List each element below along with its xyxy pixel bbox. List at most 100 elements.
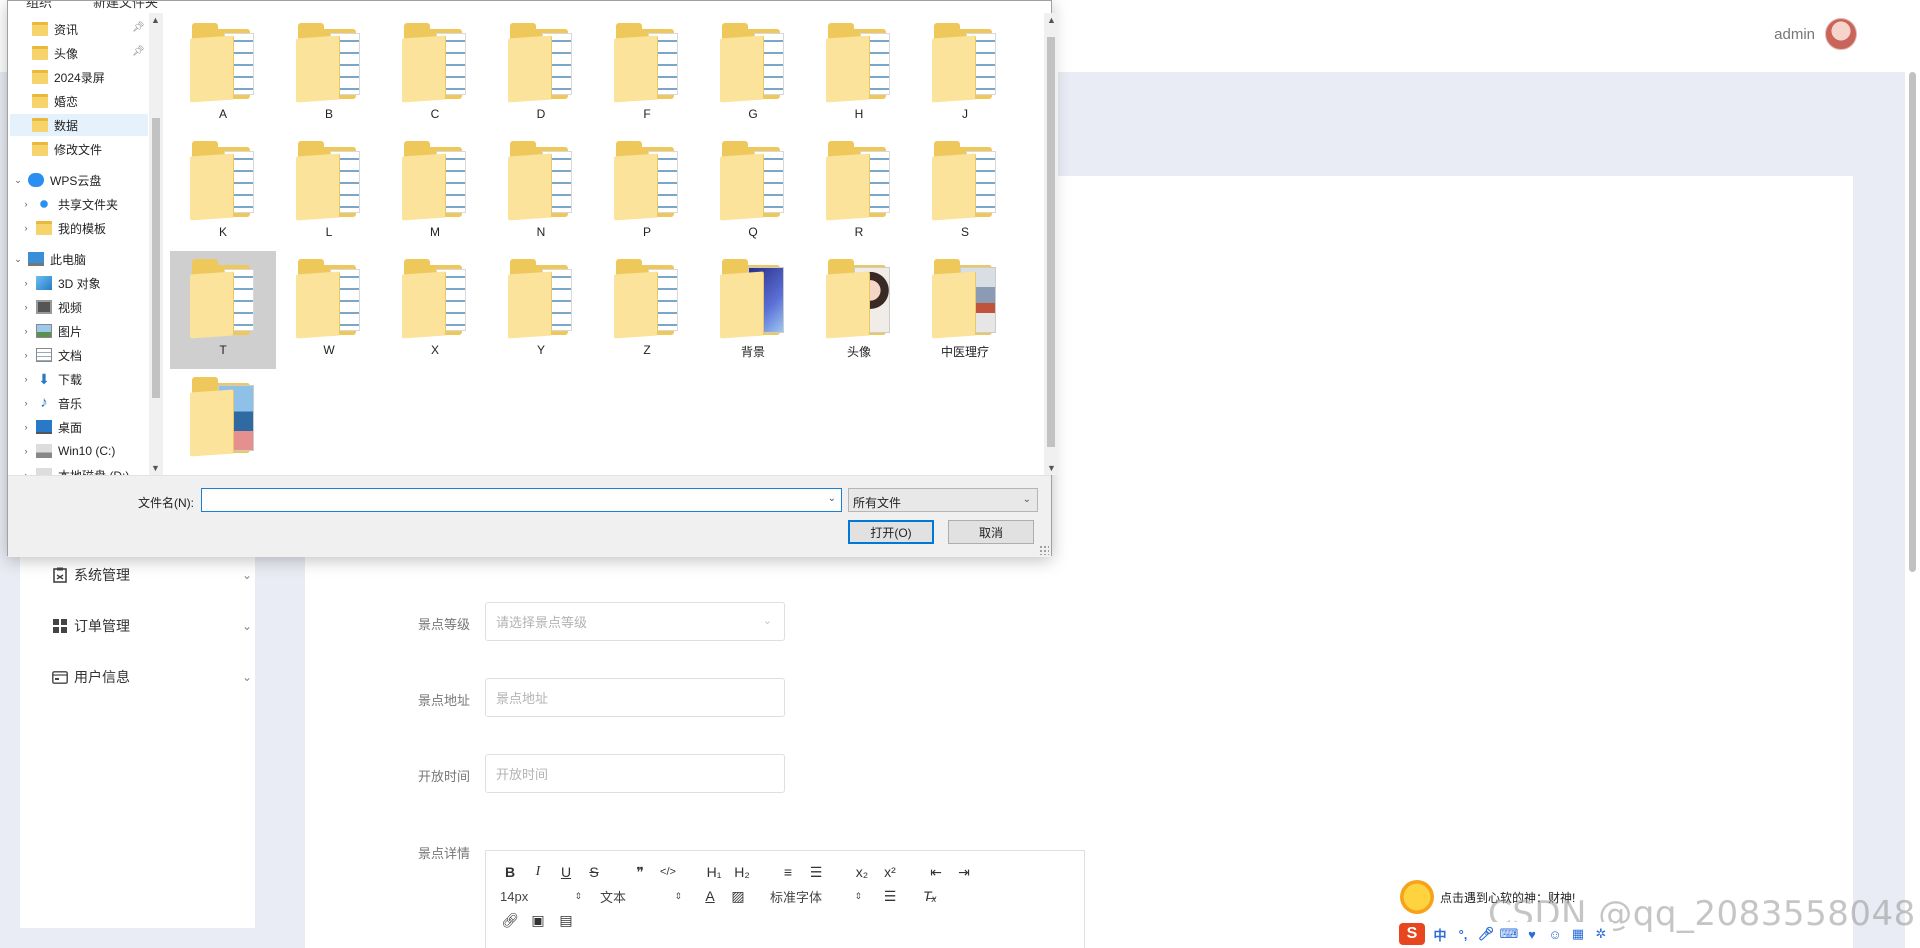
file-item[interactable]: M — [382, 133, 488, 251]
background-color-icon[interactable]: ▨ — [728, 886, 748, 906]
sogou-logo-icon[interactable]: S — [1399, 923, 1425, 945]
apps-icon[interactable]: ▦ — [1570, 926, 1586, 942]
tree-item-drive-d[interactable]: ›本地磁盘 (D:) — [20, 464, 129, 475]
file-item[interactable]: X — [382, 251, 488, 369]
ime-mode[interactable]: 中 — [1432, 926, 1448, 943]
keyboard-icon[interactable]: ⌨ — [1500, 926, 1519, 942]
file-item[interactable]: Y — [488, 251, 594, 369]
file-item[interactable]: F — [594, 15, 700, 133]
user-menu[interactable]: admin — [1774, 18, 1857, 50]
file-item[interactable]: W — [276, 251, 382, 369]
avatar[interactable] — [1825, 18, 1857, 50]
tree-item-shared[interactable]: › 共享文件夹 — [20, 193, 118, 215]
file-item[interactable]: Q — [700, 133, 806, 251]
menu-item-orders[interactable]: 订单管理 ⌄ — [52, 616, 252, 636]
file-item[interactable]: J — [912, 15, 1018, 133]
new-folder-button[interactable]: 新建文件夹 — [93, 1, 158, 11]
tree-item-desktop[interactable]: › 桌面 — [20, 416, 82, 438]
strike-button[interactable]: S — [584, 862, 604, 882]
open-time-input[interactable]: 开放时间 — [485, 754, 785, 793]
superscript-button[interactable]: x² — [880, 862, 900, 882]
file-item[interactable]: G — [700, 15, 806, 133]
open-button[interactable]: 打开(O) — [848, 520, 934, 544]
chevron-down-icon[interactable]: ⌄ — [12, 175, 24, 186]
cancel-button[interactable]: 取消 — [948, 520, 1034, 544]
tree-item-3d[interactable]: › 3D 对象 — [20, 272, 101, 294]
files-scrollbar[interactable]: ▲ ▼ — [1044, 13, 1058, 475]
chevron-down-icon[interactable]: ⌄ — [12, 254, 24, 265]
tree-item-hunlian[interactable]: 婚恋 — [32, 90, 78, 112]
quote-button[interactable]: ❞ — [630, 862, 650, 882]
file-item[interactable] — [170, 369, 276, 475]
underline-button[interactable]: U — [556, 862, 576, 882]
file-item[interactable]: P — [594, 133, 700, 251]
file-item[interactable]: L — [276, 133, 382, 251]
tree-item-wps-cloud[interactable]: ⌄ WPS云盘 — [12, 169, 101, 191]
settings-icon[interactable]: ✲ — [1593, 926, 1609, 942]
tree-item-this-pc[interactable]: ⌄ 此电脑 — [12, 248, 86, 270]
indent-button[interactable]: ⇥ — [954, 862, 974, 882]
outdent-button[interactable]: ⇤ — [926, 862, 946, 882]
file-item[interactable]: D — [488, 15, 594, 133]
page-scrollbar-thumb[interactable] — [1909, 72, 1916, 572]
file-item[interactable]: A — [170, 15, 276, 133]
chevron-right-icon[interactable]: › — [20, 398, 32, 408]
tree-item-pictures[interactable]: › 图片 — [20, 320, 82, 342]
chevron-down-icon[interactable]: ⌄ — [828, 493, 836, 504]
tree-item-music[interactable]: › ♪ 音乐 — [20, 392, 83, 414]
level-select[interactable]: 请选择景点等级 ⌄ — [485, 602, 785, 641]
scroll-up-icon[interactable]: ▲ — [1047, 15, 1056, 25]
resize-grip[interactable] — [1039, 545, 1049, 555]
tree-item-drive-c[interactable]: › Win10 (C:) — [20, 440, 115, 462]
tree-item-downloads[interactable]: › ⬇ 下载 — [20, 368, 83, 390]
file-item[interactable]: 背景 — [700, 251, 806, 369]
files-scrollbar-thumb[interactable] — [1047, 37, 1055, 447]
tree-item-touxiang[interactable]: 头像 — [32, 42, 78, 64]
video-icon[interactable]: ▤ — [556, 910, 576, 930]
chevron-right-icon[interactable]: › — [20, 422, 32, 432]
file-item[interactable]: R — [806, 133, 912, 251]
tree-item-documents[interactable]: › 文档 — [20, 344, 82, 366]
chevron-right-icon[interactable]: › — [20, 446, 32, 456]
image-icon[interactable]: ▣ — [528, 910, 548, 930]
bullet-list-button[interactable]: ☰ — [806, 862, 826, 882]
microphone-icon[interactable]: 🎤︎ — [1478, 926, 1495, 942]
file-item[interactable]: 头像 — [806, 251, 912, 369]
chevron-right-icon[interactable]: › — [20, 199, 32, 209]
font-family-select[interactable]: 标准字体 ⇕ — [770, 887, 862, 906]
emoji-icon[interactable]: ☺ — [1547, 926, 1563, 942]
tree-scrollbar-thumb[interactable] — [152, 118, 160, 398]
file-item[interactable]: 中医理疗 — [912, 251, 1018, 369]
tree-item-zixun[interactable]: 资讯 — [32, 18, 78, 40]
ordered-list-button[interactable]: ≡ — [778, 862, 798, 882]
file-item[interactable]: C — [382, 15, 488, 133]
menu-item-user-info[interactable]: 用户信息 ⌄ — [52, 667, 252, 687]
ime-toolbar[interactable]: S 中 °, 🎤︎ ⌨ ♥ ☺ ▦ ✲ — [1395, 922, 1613, 946]
tree-item-video[interactable]: › 视频 — [20, 296, 82, 318]
address-input[interactable]: 景点地址 — [485, 678, 785, 717]
organize-button[interactable]: 组织 — [26, 1, 52, 11]
scroll-up-icon[interactable]: ▲ — [151, 15, 160, 25]
chevron-right-icon[interactable]: › — [20, 350, 32, 360]
tree-item-xiugai[interactable]: 修改文件 — [32, 138, 102, 160]
heading-2-button[interactable]: H₂ — [732, 862, 752, 882]
bold-button[interactable]: B — [500, 862, 520, 882]
page-scrollbar[interactable] — [1906, 72, 1918, 572]
italic-button[interactable]: I — [528, 862, 548, 882]
scroll-down-icon[interactable]: ▼ — [1047, 463, 1056, 473]
chevron-right-icon[interactable]: › — [20, 374, 32, 384]
clear-format-icon[interactable]: T̶ₓ — [920, 886, 940, 906]
scroll-down-icon[interactable]: ▼ — [151, 463, 160, 473]
menu-item-system[interactable]: 系统管理 ⌄ — [52, 565, 252, 585]
font-color-icon[interactable]: A — [700, 886, 720, 906]
chevron-right-icon[interactable]: › — [20, 278, 32, 288]
link-icon[interactable]: 🔗︎ — [500, 910, 520, 930]
file-item[interactable]: N — [488, 133, 594, 251]
file-item[interactable]: T — [170, 251, 276, 369]
file-item[interactable]: Z — [594, 251, 700, 369]
file-name-input[interactable]: ⌄ — [201, 488, 842, 512]
chevron-right-icon[interactable]: › — [20, 223, 32, 233]
text-style-select[interactable]: 文本 ⇕ — [600, 887, 682, 906]
chevron-right-icon[interactable]: › — [20, 302, 32, 312]
skin-icon[interactable]: ♥ — [1524, 926, 1540, 942]
